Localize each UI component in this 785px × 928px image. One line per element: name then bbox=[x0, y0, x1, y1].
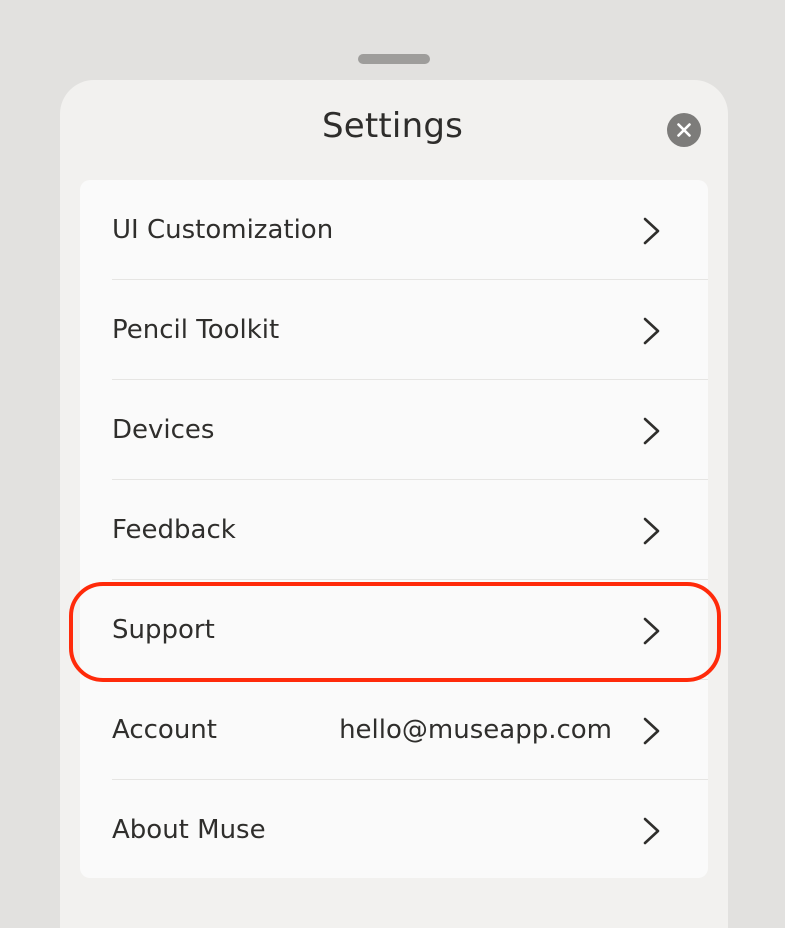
settings-item-label: Pencil Toolkit bbox=[112, 315, 280, 345]
account-email: hello@museapp.com bbox=[339, 715, 612, 745]
chevron-right-icon bbox=[643, 417, 660, 445]
chevron-right-icon bbox=[643, 517, 660, 545]
chevron-right-icon bbox=[643, 317, 660, 345]
settings-item-label: Devices bbox=[112, 415, 215, 445]
settings-item-devices[interactable]: Devices bbox=[80, 380, 708, 480]
sheet-grabber[interactable] bbox=[358, 54, 430, 64]
chevron-right-icon bbox=[643, 817, 660, 845]
close-button[interactable] bbox=[667, 113, 701, 147]
settings-item-about-muse[interactable]: About Muse bbox=[80, 780, 708, 880]
settings-item-label: UI Customization bbox=[112, 215, 334, 245]
settings-item-label: Account bbox=[112, 715, 217, 745]
settings-item-feedback[interactable]: Feedback bbox=[80, 480, 708, 580]
chevron-right-icon bbox=[643, 617, 660, 645]
chevron-right-icon bbox=[643, 217, 660, 245]
settings-item-support[interactable]: Support bbox=[80, 580, 708, 680]
settings-item-label: Support bbox=[112, 615, 215, 645]
settings-item-ui-customization[interactable]: UI Customization bbox=[80, 180, 708, 280]
settings-item-pencil-toolkit[interactable]: Pencil Toolkit bbox=[80, 280, 708, 380]
settings-item-account[interactable]: Account hello@museapp.com bbox=[80, 680, 708, 780]
close-icon bbox=[677, 123, 691, 137]
settings-item-label: About Muse bbox=[112, 815, 266, 845]
chevron-right-icon bbox=[643, 717, 660, 745]
settings-list: UI Customization Pencil Toolkit Devices … bbox=[80, 180, 708, 878]
app-screen: Settings UI Customization Pencil Toolkit… bbox=[0, 0, 785, 928]
settings-item-label: Feedback bbox=[112, 515, 236, 545]
